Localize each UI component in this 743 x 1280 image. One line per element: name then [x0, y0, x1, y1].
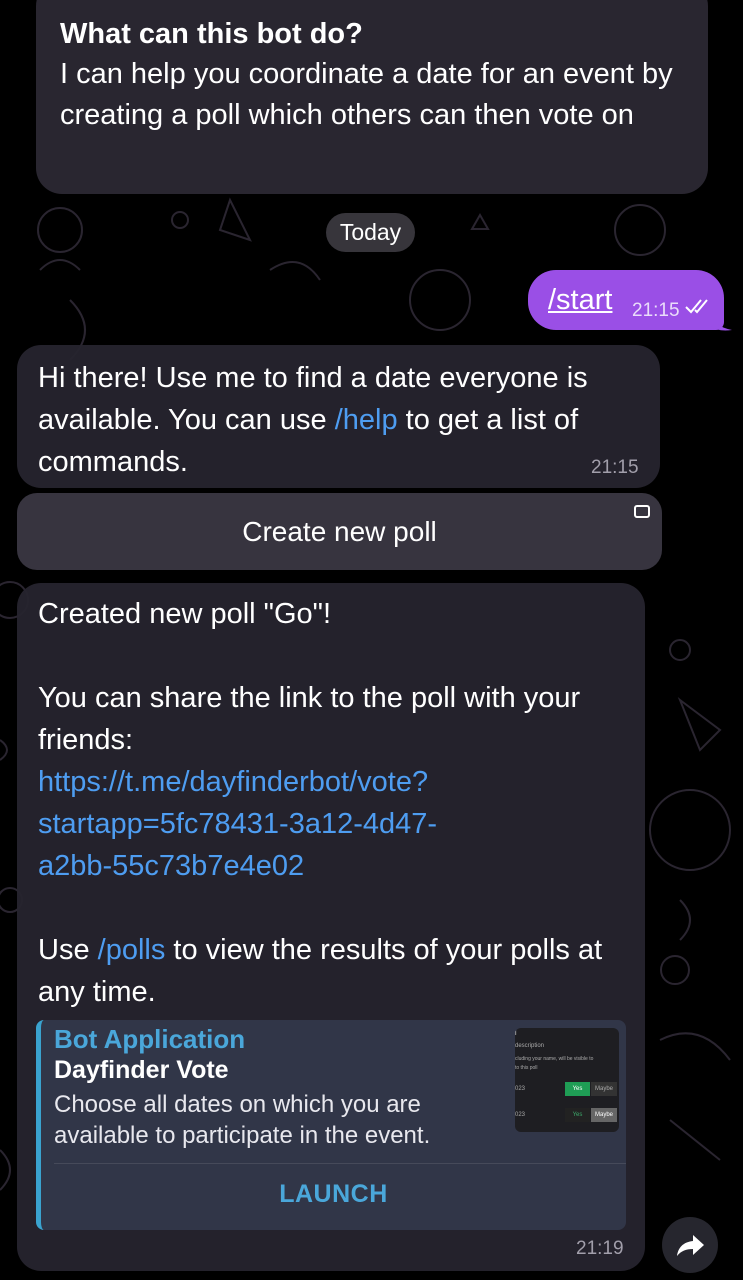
- preview-title: Dayfinder Vote: [54, 1056, 229, 1084]
- poll-link[interactable]: https://t.me/dayfinderbot/vote? startapp…: [38, 761, 625, 887]
- create-new-poll-button[interactable]: Create new poll: [17, 493, 662, 570]
- message-time: 21:15: [591, 457, 639, 478]
- poll-created-text: Created new poll "Go"!: [38, 598, 332, 630]
- preview-divider: [54, 1163, 626, 1164]
- polls-instructions-text: Use /polls to view the results of your p…: [38, 934, 603, 1008]
- incoming-message[interactable]: Hi there! Use me to find a date everyone…: [17, 345, 660, 488]
- forward-button[interactable]: [662, 1217, 718, 1273]
- create-new-poll-label[interactable]: Create new poll: [242, 516, 437, 547]
- preview-thumbnail: l description cluding your name, will be…: [515, 1028, 619, 1132]
- bot-description-text: I can help you coordinate a date for an …: [60, 58, 673, 131]
- share-instructions-text: You can share the link to the poll with …: [38, 682, 581, 756]
- preview-site-name: Bot Application: [54, 1024, 246, 1054]
- double-check-icon: [685, 299, 708, 314]
- date-separator: Today: [326, 213, 415, 252]
- outgoing-message-text[interactable]: /start: [548, 284, 612, 316]
- outgoing-message[interactable]: /start 21:15: [528, 270, 724, 330]
- bot-description-card: What can this bot do? I can help you coo…: [36, 0, 708, 194]
- polls-command-link[interactable]: /polls: [98, 934, 166, 966]
- message-text: Hi there! Use me to find a date everyone…: [38, 362, 588, 478]
- message-time: 21:15: [632, 300, 680, 321]
- launch-button[interactable]: LAUNCH: [41, 1180, 626, 1209]
- message-time: 21:19: [576, 1238, 624, 1259]
- share-arrow-icon: [677, 1235, 704, 1256]
- web-app-icon: [634, 505, 650, 518]
- preview-description: Choose all dates on which you are availa…: [54, 1091, 431, 1149]
- bot-description-title: What can this bot do?: [60, 18, 363, 50]
- web-app-preview[interactable]: Bot Application Dayfinder Vote Choose al…: [36, 1020, 626, 1230]
- incoming-message-poll-created[interactable]: Created new poll "Go"! You can share the…: [17, 583, 645, 1271]
- bubble-tail: [710, 312, 732, 331]
- help-command-link[interactable]: /help: [335, 404, 398, 436]
